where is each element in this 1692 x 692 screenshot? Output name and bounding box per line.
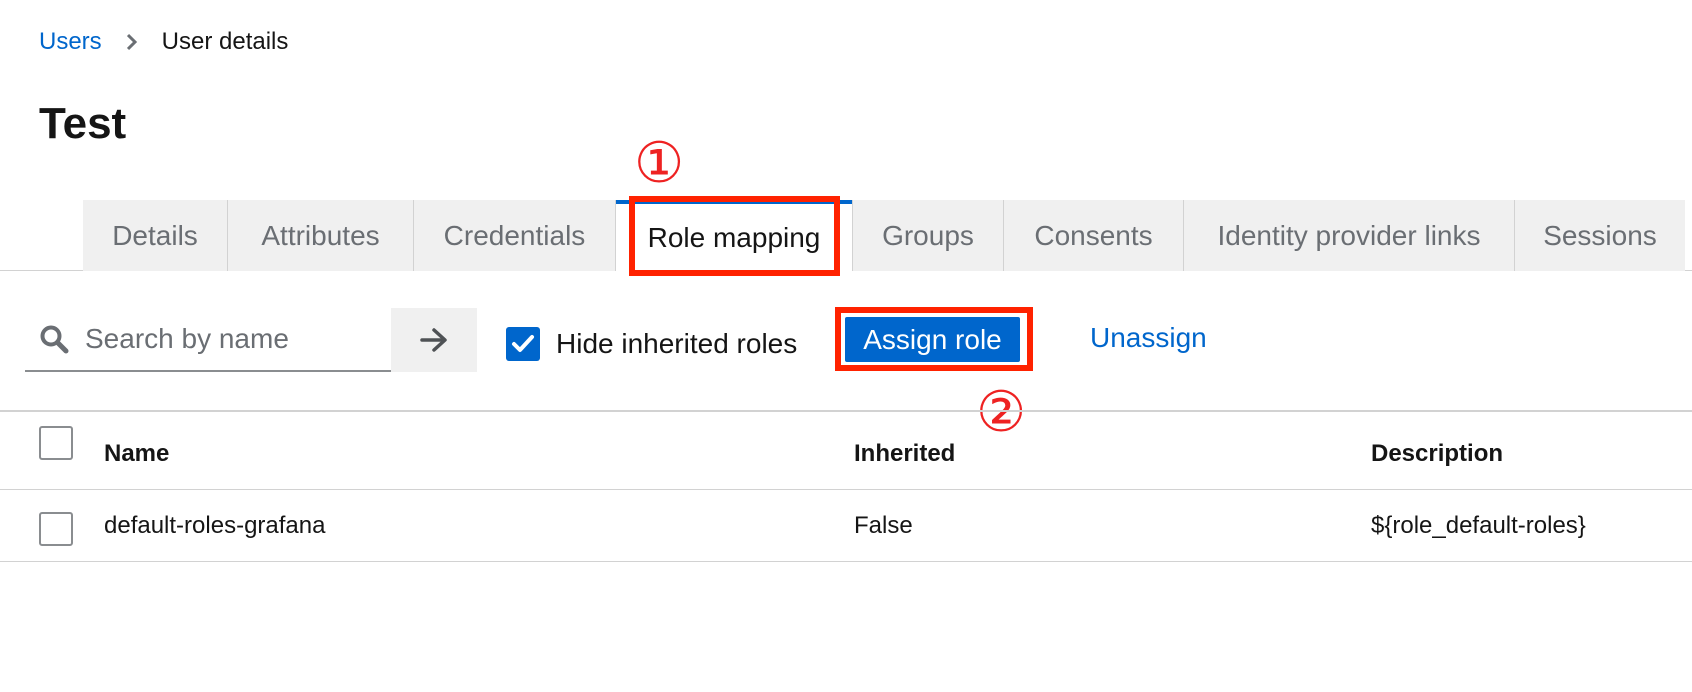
unassign-link[interactable]: Unassign — [1090, 322, 1207, 354]
checkmark-icon — [512, 335, 534, 352]
page-title: Test — [39, 99, 127, 148]
row-divider — [0, 561, 1692, 562]
table-top-divider — [0, 410, 1692, 412]
annotation-step-2: ② — [976, 380, 1027, 445]
row-select-checkbox[interactable] — [39, 512, 73, 546]
tab-credentials[interactable]: Credentials — [414, 200, 616, 271]
column-header-name: Name — [104, 440, 170, 467]
row-description: ${role_default-roles} — [1371, 512, 1586, 539]
chevron-right-icon — [102, 32, 162, 52]
search-icon — [39, 324, 69, 354]
tab-identity-provider-links[interactable]: Identity provider links — [1184, 200, 1515, 271]
tab-details[interactable]: Details — [83, 200, 228, 271]
assign-role-button[interactable]: Assign role — [845, 317, 1020, 362]
row-inherited: False — [854, 512, 913, 539]
breadcrumb-users-link[interactable]: Users — [39, 28, 102, 56]
select-all-checkbox[interactable] — [39, 426, 73, 460]
tab-groups[interactable]: Groups — [852, 200, 1004, 271]
search-submit-button[interactable] — [391, 308, 477, 372]
column-header-inherited: Inherited — [854, 440, 956, 467]
row-role-name: default-roles-grafana — [104, 512, 326, 539]
tab-sessions[interactable]: Sessions — [1515, 200, 1685, 271]
arrow-right-icon — [419, 327, 449, 353]
search-input[interactable] — [83, 322, 377, 356]
tab-attributes[interactable]: Attributes — [228, 200, 414, 271]
breadcrumb-current: User details — [161, 28, 289, 55]
hide-inherited-checkbox[interactable] — [506, 327, 540, 361]
annotation-step-1: ① — [634, 131, 685, 196]
search-box — [25, 308, 391, 372]
breadcrumb: Users User details — [39, 26, 288, 58]
tab-role-mapping[interactable]: Role mapping — [616, 200, 852, 272]
hide-inherited-label: Hide inherited roles — [556, 328, 798, 359]
tab-consents[interactable]: Consents — [1004, 200, 1184, 271]
column-header-description: Description — [1371, 440, 1504, 467]
hide-inherited-toggle[interactable]: Hide inherited roles — [506, 324, 797, 364]
header-row-divider — [0, 489, 1692, 490]
